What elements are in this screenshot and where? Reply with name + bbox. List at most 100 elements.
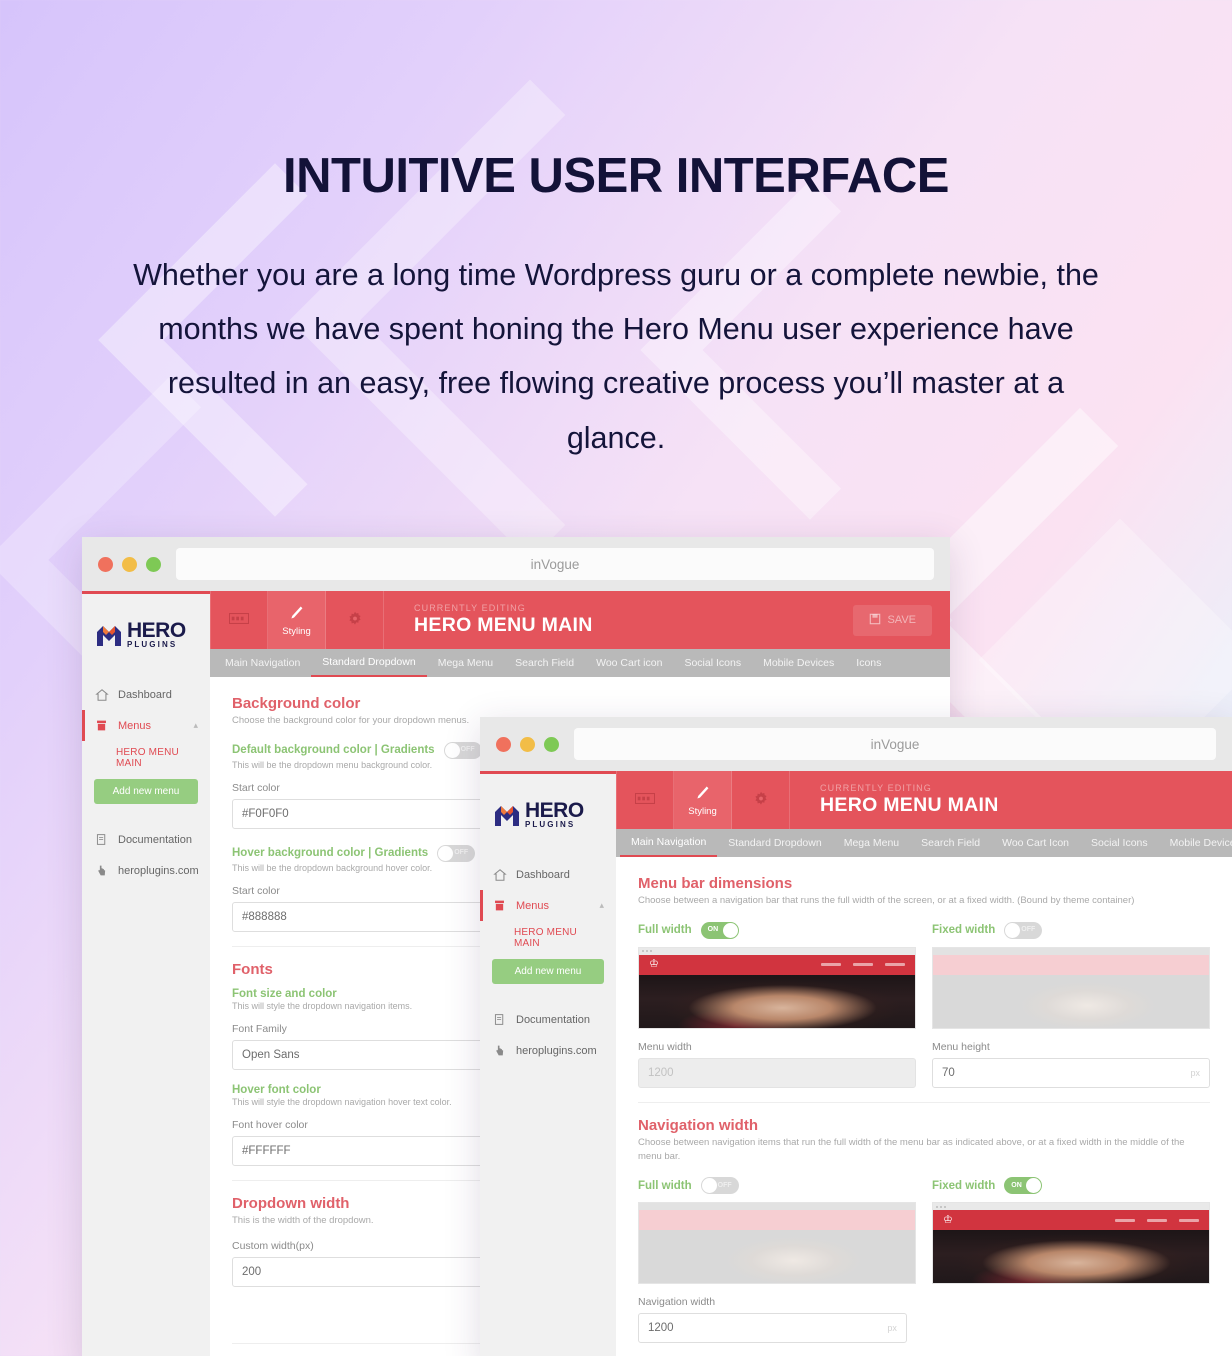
crown-logo-icon: ♔ (943, 1213, 953, 1226)
start-color-value: #888888 (242, 910, 287, 923)
menu-bar-fixed-width-toggle[interactable]: OFF (1004, 921, 1043, 939)
logo-secondary-text: PLUGINS (127, 640, 178, 649)
nav-full-width-preview[interactable] (638, 1202, 916, 1285)
add-new-menu-button[interactable]: Add new menu (492, 959, 604, 984)
sidebar-item-label: Dashboard (516, 868, 570, 881)
tab-social-icons[interactable]: Social Icons (1080, 829, 1159, 857)
navigation-width-group: Navigation width 1200 px (638, 1296, 907, 1344)
tab-social-icons[interactable]: Social Icons (673, 649, 752, 677)
start-color-value: #F0F0F0 (242, 807, 289, 820)
preview-nav-bar: ♔ (639, 954, 915, 975)
navigation-width-input[interactable]: 1200 px (638, 1313, 907, 1344)
menu-width-input[interactable]: 1200 (638, 1057, 916, 1088)
chevron-up-icon[interactable]: ▴ (193, 720, 198, 731)
sidebar-item-documentation[interactable]: Documentation (480, 1004, 616, 1035)
address-bar[interactable]: inVogue (176, 548, 934, 580)
menu-width-label: Menu width (638, 1040, 692, 1053)
logo-primary-text: HERO (525, 799, 584, 822)
minimize-button[interactable] (520, 736, 535, 752)
hero-logo-icon (97, 625, 121, 646)
font-family-value: Open Sans (242, 1048, 300, 1061)
window-controls[interactable] (98, 556, 161, 572)
logo-secondary-text: PLUGINS (525, 820, 576, 829)
menu-width-value: 1200 (648, 1066, 674, 1079)
tab-mega-menu[interactable]: Mega Menu (427, 649, 504, 677)
currently-editing-label: CURRENTLY EDITING (414, 603, 526, 613)
topbar-settings-button[interactable] (326, 591, 384, 649)
currently-editing-label: CURRENTLY EDITING (820, 783, 932, 793)
tab-mobile-devices[interactable]: Mobile Devices (752, 649, 845, 677)
topbar-styling-button[interactable]: Styling (268, 591, 326, 649)
sidebar-item-documentation[interactable]: Documentation (82, 824, 210, 855)
sidebar-item-heroplugins-com[interactable]: heroplugins.com (82, 855, 210, 886)
topbar-menu-button[interactable] (616, 771, 674, 829)
chevron-up-icon[interactable]: ▴ (599, 900, 604, 911)
topbar-styling-button[interactable]: Styling (674, 771, 732, 829)
tab-standard-dropdown[interactable]: Standard Dropdown (717, 829, 832, 857)
save-button-label: SAVE (887, 614, 916, 626)
custom-width-value: 200 (242, 1265, 262, 1278)
font-hover-color-value: #FFFFFF (242, 1144, 291, 1157)
hero-paragraph: Whether you are a long time Wordpress gu… (133, 257, 1099, 455)
tabs-back[interactable]: Main Navigation Standard Dropdown Mega M… (210, 649, 950, 677)
gear-icon (347, 611, 363, 630)
nav-fixed-width-preview[interactable]: ♔ (932, 1202, 1210, 1285)
close-button[interactable] (98, 556, 113, 572)
topbar-menu-button[interactable] (210, 591, 268, 649)
save-button[interactable]: SAVE (853, 604, 932, 636)
toggle-state-label: OFF (717, 1181, 732, 1189)
nav-full-width-toggle[interactable]: OFF (700, 1177, 739, 1195)
section-title-navigation-width: Navigation width (638, 1116, 758, 1134)
tab-mega-menu[interactable]: Mega Menu (833, 829, 910, 857)
brush-icon (288, 604, 305, 624)
sidebar-subitem-hero-menu-main[interactable]: HERO MENU MAIN (82, 741, 210, 775)
tab-search-field[interactable]: Search Field (504, 649, 585, 677)
tab-icons[interactable]: Icons (845, 649, 892, 677)
sidebar-item-menus[interactable]: Menus ▴ (82, 710, 210, 741)
tab-standard-dropdown[interactable]: Standard Dropdown (311, 649, 427, 677)
tab-mobile-devices[interactable]: Mobile Devices (1159, 829, 1232, 857)
full-width-preview[interactable]: ♔ (638, 946, 916, 1029)
topbar-settings-button[interactable] (732, 771, 790, 829)
menu-dimension-fields: Menu width 1200 Menu height 70 px (638, 1041, 1210, 1088)
topbar-front: Styling CURRENTLY EDITING HERO MENU MAIN (616, 771, 1232, 829)
topbar-back: Styling CURRENTLY EDITING HERO MENU MAIN… (210, 591, 950, 649)
toggle-knob (722, 922, 738, 938)
toggle-state-label: ON (1011, 1181, 1022, 1189)
maximize-button[interactable] (544, 736, 559, 752)
sidebar-item-menus[interactable]: Menus ▴ (480, 890, 616, 921)
maximize-button[interactable] (146, 556, 161, 572)
default-background-gradients-toggle[interactable]: OFF (443, 741, 482, 759)
menu-bar-full-width-toggle[interactable]: ON (700, 921, 739, 939)
address-bar[interactable]: inVogue (574, 728, 1216, 760)
minimize-button[interactable] (122, 556, 137, 572)
sidebar-item-heroplugins-com[interactable]: heroplugins.com (480, 1035, 616, 1066)
close-button[interactable] (496, 736, 511, 752)
hand-pointer-icon (492, 1043, 507, 1058)
home-icon (94, 687, 109, 702)
tab-search-field[interactable]: Search Field (910, 829, 991, 857)
sidebar-subitem-hero-menu-main[interactable]: HERO MENU MAIN (480, 921, 616, 955)
fixed-width-preview[interactable] (932, 946, 1210, 1029)
browser-window-front[interactable]: inVogue HERO PLUGINS Dashboard Menus ▴ H… (480, 717, 1232, 1356)
sidebar-item-dashboard[interactable]: Dashboard (82, 679, 210, 710)
toggle-state-label: OFF (454, 849, 469, 857)
sidebar-item-dashboard[interactable]: Dashboard (480, 859, 616, 890)
nav-fixed-width-toggle[interactable]: ON (1004, 1177, 1043, 1195)
menu-height-input[interactable]: 70 px (932, 1057, 1210, 1088)
preview-nav-links (821, 963, 905, 967)
window-controls[interactable] (496, 736, 559, 752)
home-icon (492, 867, 507, 882)
sidebar-item-label: Documentation (118, 833, 192, 846)
tab-woo-cart-icon[interactable]: Woo Cart Icon (991, 829, 1080, 857)
full-width-label: Full width (638, 1179, 692, 1192)
sidebar-item-label: Documentation (516, 1013, 590, 1026)
section-desc-menu-bar-dimensions: Choose between a navigation bar that run… (638, 895, 1135, 906)
sidebar-item-label: Menus (516, 899, 550, 912)
toggle-knob (444, 742, 460, 758)
add-new-menu-button[interactable]: Add new menu (94, 779, 198, 804)
tab-woo-cart-icon[interactable]: Woo Cart icon (585, 649, 673, 677)
hover-background-gradients-toggle[interactable]: OFF (437, 844, 476, 862)
